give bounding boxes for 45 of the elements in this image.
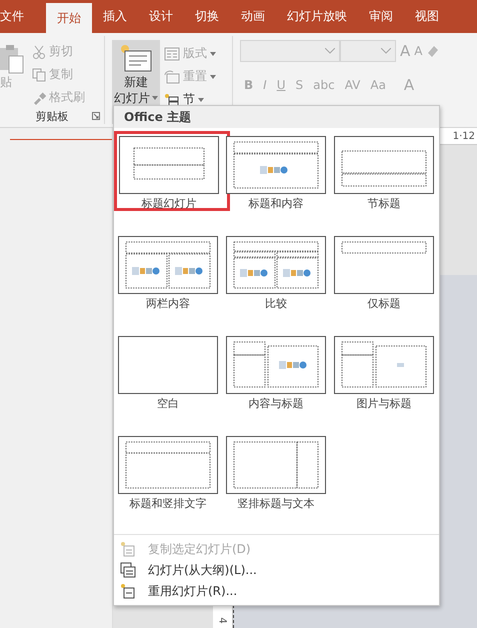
- layout-option[interactable]: 标题幻灯片: [114, 131, 230, 211]
- outline-slides-icon: [120, 562, 136, 578]
- caret-icon: [152, 96, 158, 100]
- copy-icon: [32, 68, 46, 82]
- layout-option[interactable]: 标题和竖排文字: [118, 436, 222, 514]
- caret-icon: [210, 52, 216, 56]
- reset-icon: [164, 70, 180, 84]
- ribbon-tab[interactable]: 切换: [184, 0, 230, 33]
- layout-option[interactable]: 内容与标题: [226, 336, 330, 414]
- chevron-down-icon: [381, 48, 391, 54]
- ruler-label: 4: [217, 617, 228, 624]
- brush-icon: [32, 90, 46, 104]
- scissors-icon: [32, 44, 46, 58]
- ribbon-tab[interactable]: 插入: [92, 0, 138, 33]
- layout-option[interactable]: 空白: [118, 336, 222, 414]
- slide-option-button[interactable]: 节: [164, 88, 216, 111]
- caret-icon: [210, 74, 216, 78]
- font-name-field[interactable]: [240, 40, 340, 62]
- dialog-launcher-icon[interactable]: [92, 112, 100, 120]
- layout-option[interactable]: 仅标题: [334, 236, 438, 314]
- ribbon-tab[interactable]: 文件: [0, 0, 46, 33]
- menu-item[interactable]: 重用幻灯片(R)...: [114, 580, 439, 602]
- eraser-icon[interactable]: [426, 44, 440, 58]
- ribbon-tab[interactable]: 设计: [138, 0, 184, 33]
- section-icon: [164, 92, 180, 106]
- font-size-field[interactable]: [340, 40, 396, 62]
- caret-icon: [198, 98, 204, 102]
- duplicate-slide-icon: [120, 541, 136, 558]
- ribbon-tab[interactable]: 视图: [404, 0, 450, 33]
- new-slide-icon: [119, 44, 153, 74]
- ribbon-tab[interactable]: 动画: [230, 0, 276, 33]
- menu-item[interactable]: 幻灯片(从大纲)(L)...: [114, 560, 439, 581]
- layout-option[interactable]: 竖排标题与文本: [226, 436, 330, 514]
- ribbon-tab[interactable]: 开始: [46, 3, 92, 33]
- layout-option[interactable]: 图片与标题: [334, 336, 438, 414]
- layout-option[interactable]: 比较: [226, 236, 330, 314]
- ribbon-tab[interactable]: 审阅: [358, 0, 404, 33]
- reuse-slide-icon: [120, 583, 136, 600]
- group-label: 剪贴板: [36, 109, 68, 124]
- layout-option[interactable]: 两栏内容: [118, 236, 222, 314]
- ribbon-tab[interactable]: 幻灯片放映: [276, 0, 358, 33]
- layout-option[interactable]: 节标题: [334, 136, 438, 214]
- chevron-down-icon: [325, 48, 335, 54]
- layout-icon: [164, 46, 180, 60]
- ruler-label: 1·12: [452, 130, 475, 142]
